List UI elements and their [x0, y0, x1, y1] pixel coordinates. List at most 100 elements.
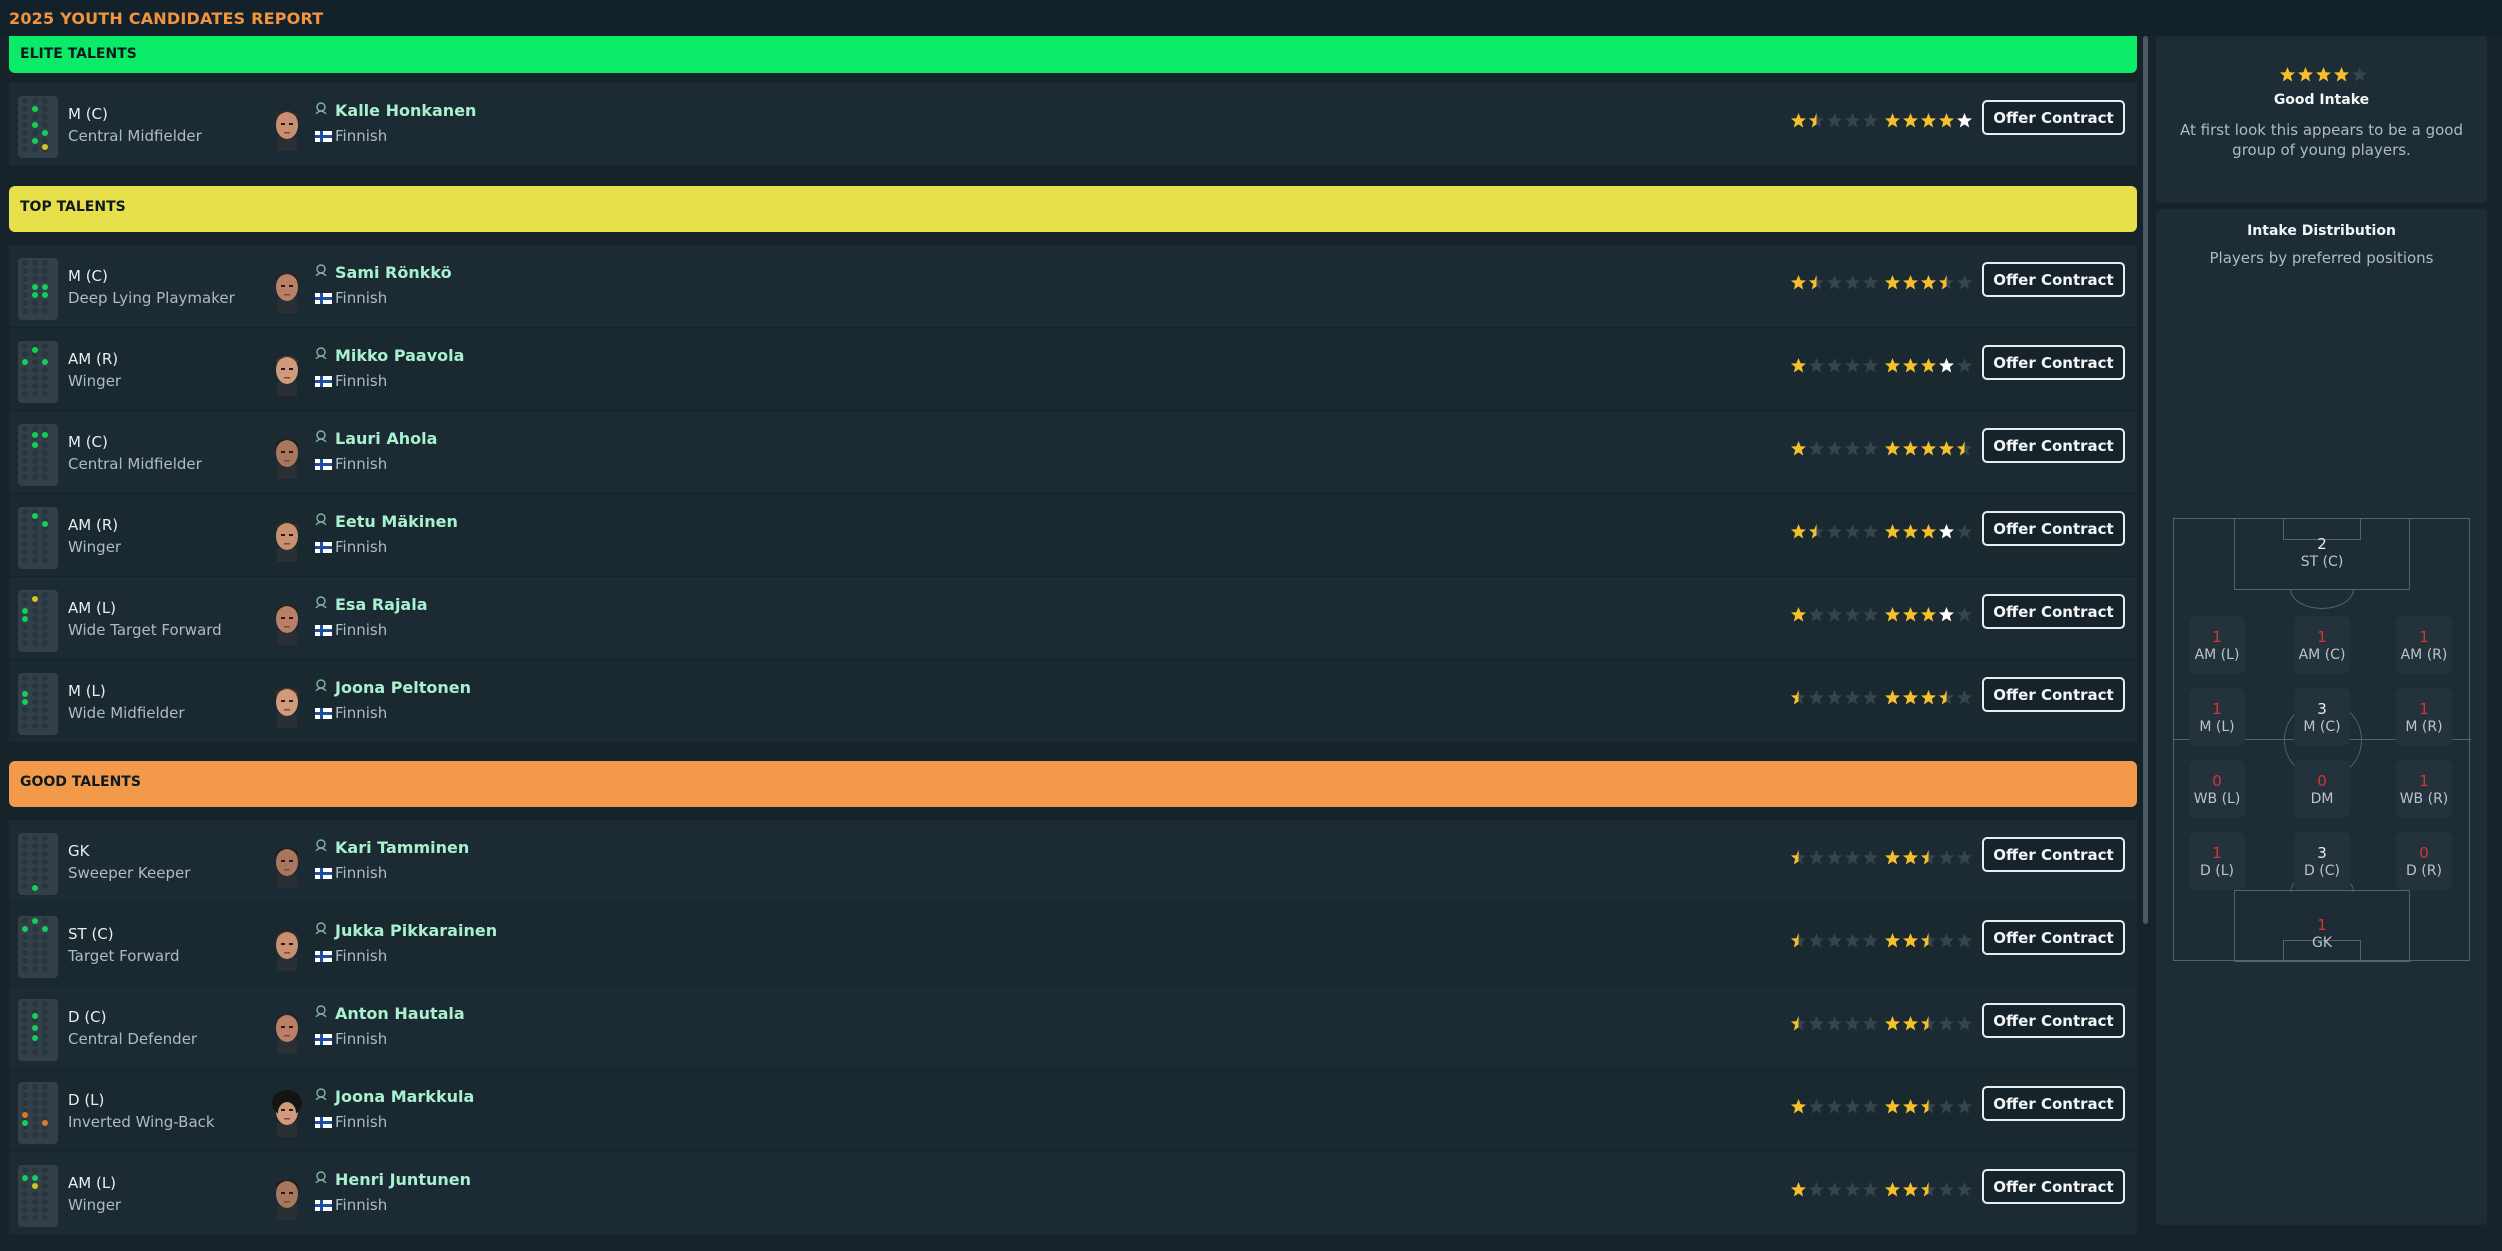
offer-contract-button[interactable]: Offer Contract — [1982, 1169, 2125, 1204]
player-row[interactable]: ST (C) Target Forward Jukka Pikkarainen Fin… — [9, 903, 2137, 985]
player-name[interactable]: Eetu Mäkinen — [335, 512, 458, 531]
player-face-icon — [276, 1014, 298, 1054]
intake-rating-stars — [2279, 66, 2368, 83]
star-icon — [1863, 358, 1878, 373]
player-name[interactable]: Henri Juntunen — [335, 1170, 471, 1189]
offer-contract-button[interactable]: Offer Contract — [1982, 262, 2125, 297]
star-icon — [1957, 933, 1972, 948]
player-name[interactable]: Sami Rönkkö — [335, 263, 452, 282]
pitch-dot — [32, 632, 38, 638]
player-row[interactable]: AM (L) Wide Target Forward Esa Rajala Finni… — [9, 577, 2137, 659]
pitch-dot — [32, 715, 38, 721]
person-icon — [315, 513, 327, 525]
player-row[interactable]: GK Sweeper Keeper Kari Tamminen Finnish Offe… — [9, 820, 2137, 902]
player-row[interactable]: D (L) Inverted Wing-Back Joona Markkula Fin… — [9, 1069, 2137, 1151]
player-face-icon — [276, 688, 298, 728]
star-icon — [1921, 524, 1936, 539]
pitch-dot — [32, 942, 38, 948]
player-row[interactable]: M (C) Deep Lying Playmaker Sami Rönkkö Finn… — [9, 245, 2137, 327]
pitch-dot-active — [42, 926, 48, 932]
pitch-dot — [42, 958, 48, 964]
player-role: Wide Target Forward — [68, 621, 222, 639]
potential-ability-stars — [1884, 606, 1973, 626]
player-row[interactable]: D (C) Central Defender Anton Hautala Finnis… — [9, 986, 2137, 1068]
star-icon — [1957, 524, 1972, 539]
pitch-dot-active — [32, 1013, 38, 1019]
pitch-dot — [42, 1175, 48, 1181]
pitch-dot-active — [42, 521, 48, 527]
star-icon — [1885, 275, 1900, 290]
pitch-dot — [42, 616, 48, 622]
pitch-dot — [22, 434, 28, 440]
pitch-dot — [32, 1041, 38, 1047]
star-icon — [1921, 933, 1936, 948]
position-pitch-icon — [18, 1165, 58, 1227]
pitch-dot — [22, 875, 28, 881]
player-row[interactable]: M (L) Wide Midfielder Joona Peltonen Finnis… — [9, 660, 2137, 742]
offer-contract-button[interactable]: Offer Contract — [1982, 428, 2125, 463]
player-role: Winger — [68, 1196, 122, 1214]
intake-rating-panel: Good Intake At first look this appears t… — [2156, 36, 2487, 203]
pitch-dot — [22, 292, 28, 298]
player-position: M (L) — [68, 682, 106, 700]
position-pitch-icon — [18, 999, 58, 1061]
player-name[interactable]: Lauri Ahola — [335, 429, 437, 448]
player-name[interactable]: Joona Peltonen — [335, 678, 471, 697]
finland-flag-icon — [315, 1117, 332, 1128]
pitch-dot — [42, 1108, 48, 1114]
player-name[interactable]: Kari Tamminen — [335, 838, 469, 857]
offer-contract-button[interactable]: Offer Contract — [1982, 1003, 2125, 1038]
star-icon — [1791, 358, 1806, 373]
player-row[interactable]: AM (L) Winger Henri Juntunen Finnish Offer C… — [9, 1152, 2137, 1234]
player-role: Sweeper Keeper — [68, 864, 191, 882]
offer-contract-button[interactable]: Offer Contract — [1982, 677, 2125, 712]
pitch-dot-active — [32, 1025, 38, 1031]
pitch-dot — [42, 1207, 48, 1213]
potential-ability-stars — [1884, 112, 1973, 132]
pitch-dot — [32, 533, 38, 539]
star-icon — [1885, 441, 1900, 456]
player-row[interactable]: M (C) Central Midfielder Kalle Honkanen Fin… — [9, 83, 2137, 165]
pitch-dot-active — [32, 347, 38, 353]
player-name[interactable]: Esa Rajala — [335, 595, 428, 614]
player-row[interactable]: AM (R) Winger Eetu Mäkinen Finnish Offer Con… — [9, 494, 2137, 576]
pitch-dot-active — [32, 596, 38, 602]
player-name[interactable]: Anton Hautala — [335, 1004, 465, 1023]
player-position: M (C) — [68, 105, 108, 123]
player-name[interactable]: Mikko Paavola — [335, 346, 464, 365]
star-icon — [1809, 441, 1824, 456]
player-position: ST (C) — [68, 925, 114, 943]
offer-contract-button[interactable]: Offer Contract — [1982, 511, 2125, 546]
star-icon — [1957, 441, 1972, 456]
pitch-dot — [22, 367, 28, 373]
offer-contract-button[interactable]: Offer Contract — [1982, 594, 2125, 629]
player-name[interactable]: Joona Markkula — [335, 1087, 474, 1106]
pitch-dot — [22, 1009, 28, 1015]
pitch-dot — [32, 541, 38, 547]
position-cell: 1M (L) — [2189, 688, 2245, 746]
potential-ability-stars — [1884, 932, 1973, 952]
pitch-dot — [42, 343, 48, 349]
star-icon — [2352, 67, 2367, 82]
star-icon — [1903, 607, 1918, 622]
pitch-dot-active — [42, 144, 48, 150]
pitch-dot — [32, 557, 38, 563]
offer-contract-button[interactable]: Offer Contract — [1982, 100, 2125, 135]
pitch-dot — [32, 1100, 38, 1106]
player-name[interactable]: Jukka Pikkarainen — [335, 921, 497, 940]
player-row[interactable]: M (C) Central Midfielder Lauri Ahola Finnis… — [9, 411, 2137, 493]
offer-contract-button[interactable]: Offer Contract — [1982, 837, 2125, 872]
offer-contract-button[interactable]: Offer Contract — [1982, 920, 2125, 955]
star-icon — [1885, 1016, 1900, 1031]
star-icon — [1921, 113, 1936, 128]
player-row[interactable]: AM (R) Winger Mikko Paavola Finnish Offer Co… — [9, 328, 2137, 410]
pitch-dot — [42, 300, 48, 306]
person-icon — [315, 347, 327, 359]
pitch-dot — [22, 867, 28, 873]
list-scrollbar[interactable] — [2143, 36, 2148, 924]
player-name[interactable]: Kalle Honkanen — [335, 101, 476, 120]
offer-contract-button[interactable]: Offer Contract — [1982, 1086, 2125, 1121]
offer-contract-button[interactable]: Offer Contract — [1982, 345, 2125, 380]
candidate-list[interactable]: ELITE TALENTS M (C) Central Midfielder Kall… — [9, 36, 2137, 1241]
finland-flag-icon — [315, 459, 332, 470]
